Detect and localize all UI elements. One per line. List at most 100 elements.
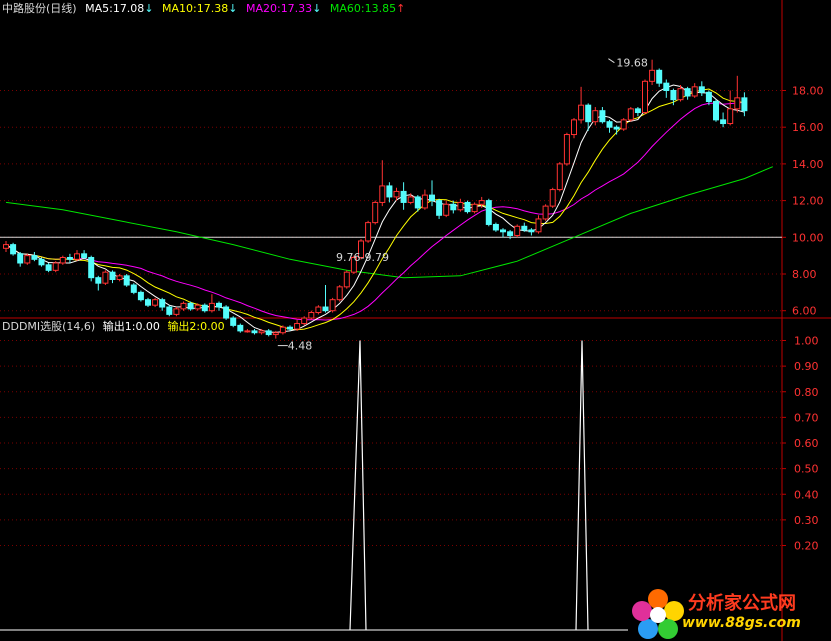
ma10-label: MA10:17.38 bbox=[162, 2, 229, 15]
candle-body bbox=[535, 218, 542, 233]
candle-body bbox=[201, 304, 208, 312]
indicator-tick-label: 0.20 bbox=[794, 540, 819, 553]
candle-body bbox=[116, 275, 123, 281]
watermark-logo: 分析家公式网 www.88gs.com bbox=[630, 587, 831, 641]
candle-body bbox=[414, 196, 421, 209]
indicator-tick-label: 1.00 bbox=[794, 335, 819, 348]
signal-spike bbox=[575, 340, 589, 631]
candle-body bbox=[216, 302, 222, 308]
candle-body bbox=[521, 225, 528, 231]
candle-body bbox=[109, 271, 116, 281]
header-bar: 中路股份(日线) MA5:17.08↓ MA10:17.38↓ MA20:17.… bbox=[2, 2, 405, 16]
candle-body bbox=[137, 291, 144, 301]
indicator-tick-label: 0.70 bbox=[794, 411, 819, 424]
candle-body bbox=[727, 108, 734, 125]
candle-body bbox=[542, 205, 549, 220]
ma5-arrow: ↓ bbox=[144, 2, 154, 15]
candle-body bbox=[698, 86, 705, 93]
candle-body bbox=[130, 284, 137, 293]
candle-body bbox=[223, 306, 230, 319]
low-label: 4.48 bbox=[288, 340, 313, 353]
candle-body bbox=[507, 231, 514, 236]
candle-body bbox=[429, 194, 435, 202]
candle-body bbox=[10, 244, 17, 255]
candle-body bbox=[556, 163, 563, 191]
candle-body bbox=[705, 91, 712, 103]
candle-body bbox=[88, 256, 95, 279]
candle-body bbox=[563, 134, 570, 165]
candle-body bbox=[620, 119, 627, 130]
candle-body bbox=[59, 256, 66, 264]
candle-body bbox=[272, 332, 279, 336]
indicator-tick-label: 0.50 bbox=[794, 463, 819, 476]
candle-body bbox=[95, 277, 102, 284]
ma20-label: MA20:17.33 bbox=[245, 2, 313, 15]
candle-body bbox=[52, 262, 59, 271]
candle-body bbox=[343, 271, 350, 288]
y-tick-label: 12.00 bbox=[792, 195, 824, 208]
candle-body bbox=[294, 323, 301, 330]
candle-body bbox=[421, 194, 428, 209]
candle-body bbox=[734, 97, 741, 110]
candle-body bbox=[17, 253, 24, 264]
watermark-url: www.88gs.com bbox=[682, 615, 801, 631]
y-tick-label: 6.00 bbox=[792, 305, 817, 318]
candle-body bbox=[365, 222, 372, 242]
candle-body bbox=[322, 306, 329, 312]
candle-body bbox=[287, 326, 293, 330]
high-label: 19.68 bbox=[616, 57, 648, 70]
indicator-tick-label: 0.30 bbox=[794, 514, 819, 527]
candle-body bbox=[308, 312, 315, 319]
output1-label: 输出1:0.00 bbox=[102, 320, 160, 333]
candle-body bbox=[279, 326, 286, 334]
indicator-name: DDDMI选股(14,6) bbox=[2, 320, 96, 333]
candle-body bbox=[436, 200, 443, 216]
stock-title: 中路股份(日线) bbox=[2, 2, 77, 15]
candle-body bbox=[578, 104, 585, 121]
candle-body bbox=[38, 258, 45, 266]
candle-body bbox=[237, 324, 244, 332]
candle-body bbox=[265, 330, 272, 336]
signal-spike bbox=[349, 340, 367, 631]
indicator-header: DDDMI选股(14,6) 输出1:0.00 输出2:0.00 bbox=[2, 320, 225, 334]
candle-body bbox=[677, 88, 684, 101]
flower-logo-icon bbox=[632, 589, 684, 639]
candle-body bbox=[684, 88, 691, 97]
candle-body bbox=[627, 108, 634, 121]
indicator-tick-label: 0.60 bbox=[794, 437, 819, 450]
candle-body bbox=[31, 255, 38, 260]
indicator-tick-label: 0.80 bbox=[794, 386, 819, 399]
candle-body bbox=[407, 196, 414, 203]
indicator-tick-label: 0.90 bbox=[794, 360, 819, 373]
candle-body bbox=[571, 119, 577, 136]
candle-body bbox=[443, 203, 450, 216]
candle-body bbox=[691, 86, 698, 97]
candle-body bbox=[485, 200, 492, 225]
candle-body bbox=[102, 271, 109, 284]
y-tick-label: 16.00 bbox=[792, 121, 824, 134]
y-tick-label: 10.00 bbox=[792, 231, 824, 244]
candle-body bbox=[244, 330, 251, 333]
candle-body bbox=[66, 256, 73, 260]
candle-body bbox=[457, 201, 464, 211]
ma60-arrow: ↑ bbox=[396, 2, 406, 15]
candle-body bbox=[180, 302, 187, 310]
ma5-label: MA5:17.08 bbox=[85, 2, 145, 15]
candle-body bbox=[251, 330, 258, 334]
candle-body bbox=[634, 108, 641, 114]
candle-body bbox=[315, 306, 322, 314]
candle-body bbox=[471, 203, 478, 213]
candle-body bbox=[393, 190, 400, 198]
candle-body bbox=[159, 299, 166, 308]
output2-label: 输出2:0.00 bbox=[167, 320, 225, 333]
candle-body bbox=[549, 189, 556, 207]
candle-body bbox=[45, 264, 52, 271]
candle-body bbox=[649, 69, 656, 82]
candle-body bbox=[741, 97, 748, 112]
candle-body bbox=[173, 308, 180, 315]
candle-body bbox=[152, 299, 159, 306]
candle-body bbox=[194, 304, 201, 310]
candle-body bbox=[613, 126, 620, 130]
candle-body bbox=[592, 110, 599, 123]
candle-body bbox=[478, 200, 485, 205]
